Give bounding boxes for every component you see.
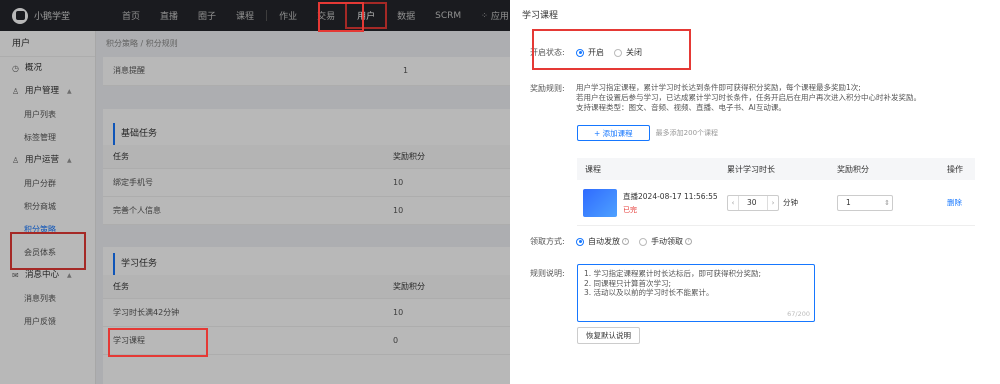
status-row: 开启状态: 开启 关闭: [530, 47, 652, 58]
rule-line: 若用户在设置后参与学习，已达成累计学习时长条件，任务开启后在用户再次进入积分中心…: [576, 93, 921, 102]
course-status-badge: 已完: [623, 205, 637, 214]
table-header: 课程 累计学习时长 奖励积分 操作: [577, 158, 975, 180]
drawer-title: 学习课程: [522, 11, 559, 21]
rule-label: 奖励规则:: [530, 84, 565, 93]
radio-label: 关闭: [626, 48, 642, 57]
status-on-radio[interactable]: 开启: [576, 47, 604, 58]
textarea-line: 3. 活动以及以前的学习时长不能累计。: [584, 288, 714, 297]
char-count: 67/200: [787, 309, 810, 318]
spin-icon[interactable]: ⇕: [882, 199, 892, 207]
radio-unchecked-icon: [614, 48, 622, 57]
status-off-radio[interactable]: 关闭: [614, 47, 642, 58]
points-input[interactable]: 1: [838, 196, 882, 210]
modal-backdrop[interactable]: [0, 0, 510, 384]
add-course-row: + 添加课程 最多添加200个课程: [577, 125, 718, 141]
points-cell: 1 ⇕: [837, 194, 947, 211]
radio-checked-icon: [576, 48, 584, 57]
rule-description-textarea[interactable]: 1. 学习指定课程累计时长达标后，即可获得积分奖励; 2. 同课程只计算首次学习…: [577, 264, 815, 322]
claim-row: 领取方式: 自动发放? 手动领取?: [530, 236, 702, 247]
radio-label: 开启: [588, 48, 604, 57]
column-header: 操作: [947, 164, 963, 174]
rule-line: 支持课程类型：图文、音频、视频、直播、电子书、AI互动课。: [576, 103, 786, 112]
radio-unchecked-icon: [639, 237, 647, 246]
desc-row: 规则说明:: [530, 268, 576, 279]
reset-description-button[interactable]: 恢复默认说明: [577, 327, 640, 344]
plus-icon[interactable]: ›: [768, 199, 778, 207]
desc-label: 规则说明:: [530, 269, 565, 278]
duration-stepper[interactable]: ‹ 30 ›: [727, 194, 779, 211]
radio-label: 手动领取: [651, 237, 683, 246]
add-course-button[interactable]: + 添加课程: [577, 125, 650, 141]
course-cell: 直播2024-08-17 11:56:55 已完: [577, 188, 727, 217]
course-name: 直播2024-08-17 11:56:55: [623, 191, 718, 201]
duration-cell: ‹ 30 › 分钟: [727, 194, 837, 211]
rule-description: 用户学习指定课程，累计学习时长达到条件即可获得积分奖励，每个课程最多奖励1次; …: [576, 83, 921, 113]
delete-link[interactable]: 删除: [947, 197, 962, 208]
course-thumbnail: [583, 188, 617, 217]
column-header: 课程: [585, 164, 601, 174]
points-stepper[interactable]: 1 ⇕: [837, 194, 893, 211]
column-header: 奖励积分: [837, 164, 869, 174]
help-icon[interactable]: ?: [685, 238, 692, 245]
claim-manual-radio[interactable]: 手动领取?: [639, 236, 692, 247]
status-label: 开启状态:: [530, 48, 565, 57]
textarea-line: 2. 同课程只计算首次学习;: [584, 278, 672, 288]
add-course-hint: 最多添加200个课程: [655, 129, 719, 137]
claim-auto-radio[interactable]: 自动发放?: [576, 236, 629, 247]
rule-line: 用户学习指定课程，累计学习时长达到条件即可获得积分奖励，每个课程最多奖励1次;: [576, 83, 861, 92]
radio-checked-icon: [576, 237, 584, 246]
duration-input[interactable]: 30: [738, 195, 768, 210]
help-icon[interactable]: ?: [622, 238, 629, 245]
duration-unit: 分钟: [783, 198, 798, 207]
table-row: 直播2024-08-17 11:56:55 已完 ‹ 30 › 分钟 1 ⇕ 删…: [577, 180, 975, 226]
textarea-line: 1. 学习指定课程累计时长达标后，即可获得积分奖励;: [584, 269, 762, 278]
claim-label: 领取方式:: [530, 237, 565, 246]
column-header: 累计学习时长: [727, 164, 775, 174]
course-table: 课程 累计学习时长 奖励积分 操作 直播2024-08-17 11:56:55 …: [577, 158, 975, 226]
rule-row: 奖励规则: 用户学习指定课程，累计学习时长达到条件即可获得积分奖励，每个课程最多…: [530, 83, 921, 113]
radio-label: 自动发放: [588, 237, 620, 246]
minus-icon[interactable]: ‹: [728, 199, 738, 207]
